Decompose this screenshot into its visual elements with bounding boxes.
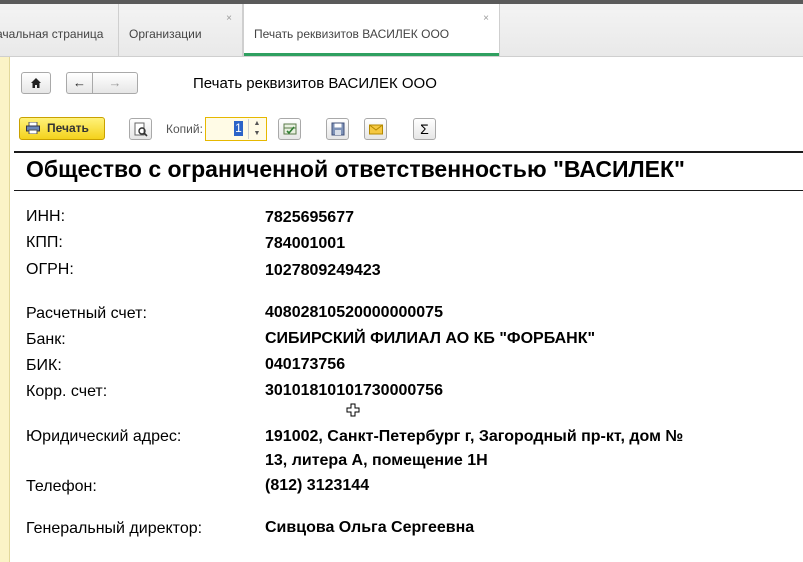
organization-name: Общество с ограниченной ответственностью…: [26, 156, 685, 182]
floppy-disk-icon: [331, 122, 345, 136]
corr-account-label: Корр. счет:: [26, 383, 108, 400]
printer-icon: [26, 122, 40, 134]
bik-label: БИК:: [26, 357, 62, 374]
director-value: Сивцова Ольга Сергеевна: [265, 519, 475, 536]
save-button[interactable]: [326, 118, 349, 140]
send-email-button[interactable]: [364, 118, 387, 140]
inn-label: ИНН:: [26, 208, 66, 225]
home-button[interactable]: [21, 72, 51, 94]
arrow-left-icon: ←: [73, 75, 86, 90]
print-label: Печать: [47, 121, 89, 135]
copies-value[interactable]: 1: [234, 121, 243, 136]
tab-organizations[interactable]: Организации ×: [119, 4, 243, 56]
bank-value: СИБИРСКИЙ ФИЛИАЛ АО КБ "ФОРБАНК": [265, 330, 596, 347]
document-divider: [14, 190, 803, 191]
copies-spinner[interactable]: ▲ ▼: [248, 119, 265, 139]
kpp-value: 784001001: [265, 235, 346, 252]
edit-settings-button[interactable]: [278, 118, 301, 140]
phone-label: Телефон:: [26, 478, 97, 495]
page-title: Печать реквизитов ВАСИЛЕК ООО: [193, 75, 437, 92]
account-value: 40802810520000000075: [265, 304, 443, 321]
tab-bar: ачальная страница Организации × Печать р…: [0, 0, 803, 57]
copies-input[interactable]: 1 ▲ ▼: [205, 117, 267, 141]
side-panel-strip: [0, 57, 10, 562]
tab-label: Организации: [129, 27, 202, 41]
legal-address-value-line1: 191002, Санкт-Петербург г, Загородный пр…: [265, 428, 684, 445]
back-button[interactable]: ←: [66, 72, 92, 94]
copies-label: Копий:: [166, 122, 203, 136]
tab-home-page[interactable]: ачальная страница: [0, 4, 119, 56]
inn-value: 7825695677: [265, 209, 354, 226]
active-tab-indicator: [244, 53, 499, 56]
ogrn-value: 1027809249423: [265, 262, 381, 279]
director-label: Генеральный директор:: [26, 520, 203, 537]
kpp-label: КПП:: [26, 234, 63, 251]
tab-print-requisites[interactable]: Печать реквизитов ВАСИЛЕК ООО ×: [243, 4, 500, 56]
move-cursor-icon: [346, 403, 360, 417]
corr-account-value: 30101810101730000756: [265, 382, 443, 399]
tab-label: Печать реквизитов ВАСИЛЕК ООО: [254, 27, 450, 41]
sum-button[interactable]: Σ: [413, 118, 436, 140]
preview-button[interactable]: [129, 118, 152, 140]
phone-value: (812) 3123144: [265, 477, 370, 494]
home-icon: [31, 78, 41, 88]
tab-label: ачальная страница: [0, 27, 104, 41]
document-border-top: [14, 151, 803, 153]
bank-label: Банк:: [26, 331, 66, 348]
account-label: Расчетный счет:: [26, 305, 147, 322]
ogrn-label: ОГРН:: [26, 261, 74, 278]
legal-address-value-line2: 13, литера А, помещение 1Н: [265, 452, 488, 469]
legal-address-label: Юридический адрес:: [26, 428, 182, 445]
forward-button[interactable]: →: [92, 72, 138, 94]
arrow-right-icon: →: [108, 75, 122, 90]
close-icon[interactable]: ×: [226, 13, 232, 24]
close-icon[interactable]: ×: [483, 13, 489, 24]
table-edit-icon: [283, 123, 297, 135]
bik-value: 040173756: [265, 356, 346, 373]
sigma-icon: Σ: [420, 121, 429, 137]
envelope-icon: [369, 124, 383, 135]
magnifier-page-icon: [134, 122, 148, 137]
print-button[interactable]: Печать: [19, 117, 105, 140]
